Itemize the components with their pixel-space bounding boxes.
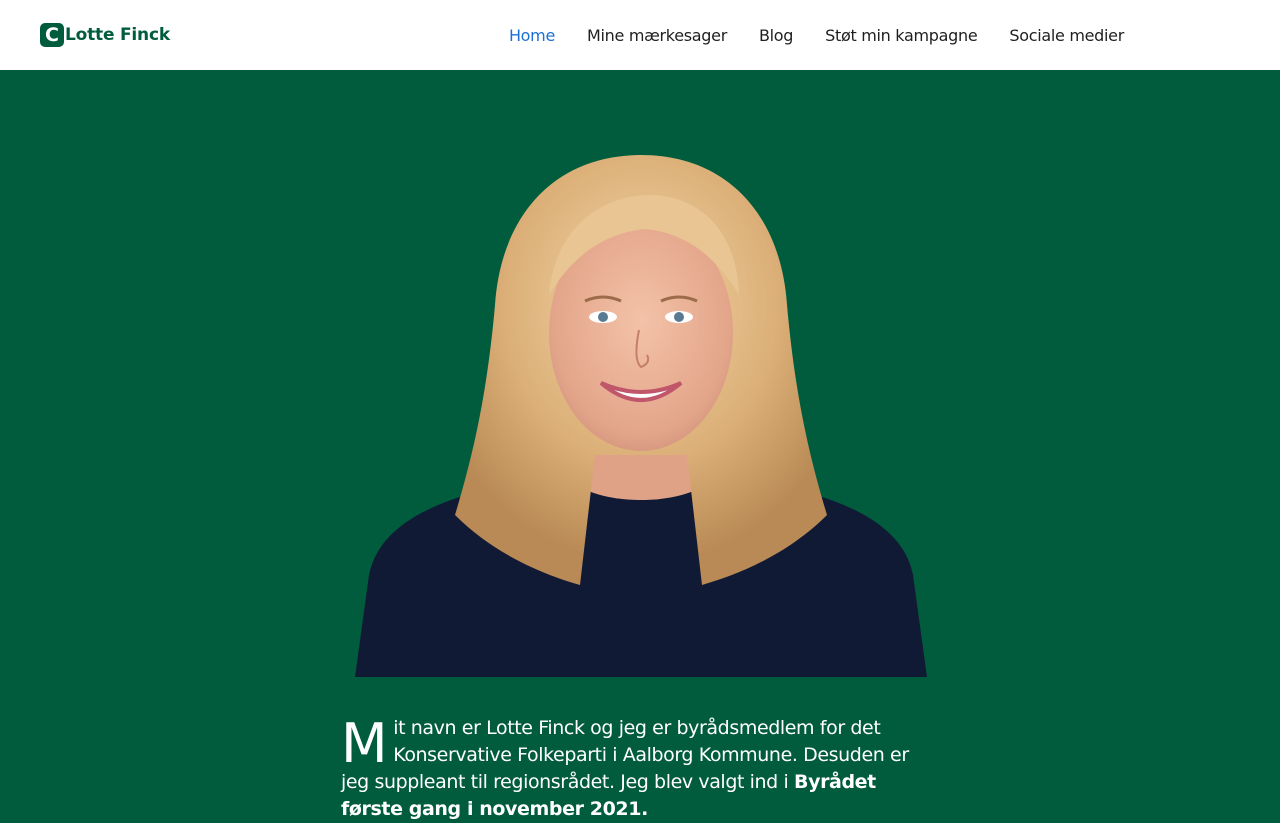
intro-paragraph: Mit navn er Lotte Finck og jeg er byråds… <box>341 715 941 823</box>
site-header: C Lotte Finck Home Mine mærkesager Blog … <box>0 0 1280 70</box>
nav-item-home[interactable]: Home <box>509 26 555 45</box>
intro-dropcap: M <box>341 712 388 775</box>
nav-item-blog[interactable]: Blog <box>759 26 793 45</box>
hero-section: Mit navn er Lotte Finck og jeg er byråds… <box>0 70 1280 820</box>
nav-item-kampagne[interactable]: Støt min kampagne <box>825 26 978 45</box>
nav-item-maerkesager[interactable]: Mine mærkesager <box>587 26 727 45</box>
portrait-image <box>355 155 927 677</box>
brand-name: Lotte Finck <box>65 25 170 45</box>
main-nav: Home Mine mærkesager Blog Støt min kampa… <box>509 0 1124 70</box>
brand-link[interactable]: C Lotte Finck <box>40 22 170 48</box>
nav-item-sociale-medier[interactable]: Sociale medier <box>1009 26 1124 45</box>
party-logo-icon: C <box>40 23 64 47</box>
